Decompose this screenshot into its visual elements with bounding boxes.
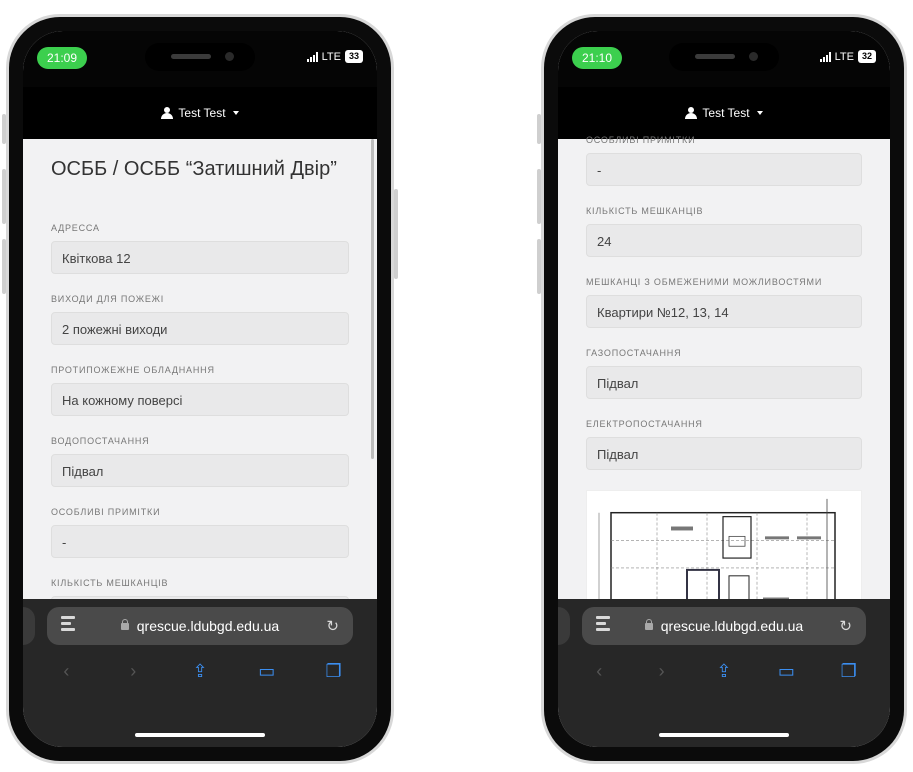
field-limited-mobility: МЕШКАНЦІ З ОБМЕЖЕНИМИ МОЖЛИВОСТЯМИ Кварт… [586,277,862,328]
status-time: 21:10 [572,47,623,69]
status-indicators: LTE 32 [819,50,876,63]
share-icon[interactable]: ⇪ [188,659,212,683]
side-button [2,239,6,294]
tabs-icon[interactable]: ❐ [837,659,861,683]
bookmarks-icon[interactable]: ▭ [774,659,798,683]
field-value: 24 [586,224,862,257]
phone-screen: 21:09 LTE 33 Test Test ОСББ / ОСББ “Зати… [23,31,377,747]
user-icon [685,107,698,119]
url-text: qrescue.ldubgd.edu.ua [660,618,804,634]
field-residents-count: КІЛЬКІСТЬ МЕШКАНЦІВ 24 [586,206,862,257]
home-indicator[interactable] [135,733,265,737]
lock-icon [120,618,129,630]
side-button [537,114,541,144]
field-label: ЕЛЕКТРОПОСТАЧАННЯ [586,419,703,429]
field-water-supply: ВОДОПОСТАЧАННЯ Підвал [51,436,349,487]
field-value: Квартири №12, 13, 14 [586,295,862,328]
dynamic-island [145,43,255,71]
caret-down-icon [756,111,763,115]
address-bar[interactable]: qrescue.ldubgd.edu.ua ↻ [582,607,866,645]
side-button [537,169,541,224]
previous-tab[interactable] [23,607,35,645]
field-label: АДРЕССА [51,223,100,233]
dynamic-island [669,43,779,71]
caret-down-icon [232,111,239,115]
field-label: ВОДОПОСТАЧАННЯ [51,436,150,446]
field-value: 2 пожежні виходи [51,312,349,345]
field-value: Підвал [586,366,862,399]
side-button [2,169,6,224]
field-value: Квітковa 12 [51,241,349,274]
battery-icon: 33 [344,50,363,63]
home-indicator[interactable] [659,733,789,737]
status-time: 21:09 [37,47,88,69]
status-indicators: LTE 33 [306,50,363,63]
field-label: КІЛЬКІСТЬ МЕШКАНЦІВ [51,578,169,588]
field-special-notes: ОСОБЛИВІ ПРИМІТКИ - [586,135,862,186]
forward-icon[interactable]: › [650,659,674,683]
reader-icon[interactable] [596,616,610,634]
field-label: ОСОБЛИВІ ПРИМІТКИ [586,135,696,145]
reader-icon[interactable] [61,616,75,634]
field-label: ОСОБЛИВІ ПРИМІТКИ [51,507,161,517]
field-gas-supply: ГАЗОПОСТАЧАННЯ Підвал [586,348,862,399]
field-value: На кожному поверсі [51,383,349,416]
user-menu[interactable]: Test Test [23,87,377,139]
user-name: Test Test [178,106,226,120]
battery-icon: 32 [857,50,876,63]
share-icon[interactable]: ⇪ [712,659,736,683]
field-value: Підвал [586,437,862,470]
nav-toolbar: ‹ › ⇪ ▭ ❐ [23,655,377,687]
url-text: qrescue.ldubgd.edu.ua [136,618,280,634]
status-bar: 21:10 LTE 32 [558,31,890,87]
user-icon [161,107,174,119]
reload-icon[interactable]: ↻ [326,617,339,635]
phone-screen: 21:10 LTE 32 Test Test ОСОБЛИВІ ПРИМІТКИ… [558,31,890,747]
tabs-icon[interactable]: ❐ [322,659,346,683]
page-title: ОСББ / ОСББ “Затишний Двір” [51,158,337,180]
field-fire-exits: ВИХОДИ ДЛЯ ПОЖЕЖІ 2 пожежні виходи [51,294,349,345]
field-fire-equipment: ПРОТИПОЖЕЖНЕ ОБЛАДНАННЯ На кожному повер… [51,365,349,416]
back-icon[interactable]: ‹ [587,659,611,683]
status-bar: 21:09 LTE 33 [23,31,377,87]
field-label: МЕШКАНЦІ З ОБМЕЖЕНИМИ МОЖЛИВОСТЯМИ [586,277,823,287]
phone-left: 21:09 LTE 33 Test Test ОСББ / ОСББ “Зати… [2,14,398,764]
field-label: ВИХОДИ ДЛЯ ПОЖЕЖІ [51,294,165,304]
field-special-notes: ОСОБЛИВІ ПРИМІТКИ - [51,507,349,558]
nav-toolbar: ‹ › ⇪ ▭ ❐ [558,655,890,687]
user-name: Test Test [702,106,750,120]
field-label: КІЛЬКІСТЬ МЕШКАНЦІВ [586,206,704,216]
user-menu[interactable]: Test Test [558,87,890,139]
field-electricity-supply: ЕЛЕКТРОПОСТАЧАННЯ Підвал [586,419,862,470]
phone-right: 21:10 LTE 32 Test Test ОСОБЛИВІ ПРИМІТКИ… [537,14,907,764]
browser-toolbar: qrescue.ldubgd.edu.ua ↻ ‹ › ⇪ ▭ ❐ [23,599,377,747]
side-button [2,114,6,144]
signal-icon [306,51,318,62]
side-button [537,239,541,294]
network-type: LTE [321,50,341,63]
side-button [394,189,398,279]
bookmarks-icon[interactable]: ▭ [255,659,279,683]
field-value: Підвал [51,454,349,487]
field-address: АДРЕССА Квітковa 12 [51,223,349,274]
field-value: - [51,525,349,558]
field-label: ПРОТИПОЖЕЖНЕ ОБЛАДНАННЯ [51,365,215,375]
reload-icon[interactable]: ↻ [839,617,852,635]
previous-tab[interactable] [558,607,570,645]
lock-icon [644,618,653,630]
field-label: ГАЗОПОСТАЧАННЯ [586,348,682,358]
browser-toolbar: qrescue.ldubgd.edu.ua ↻ ‹ › ⇪ ▭ ❐ [558,599,890,747]
network-type: LTE [834,50,854,63]
back-icon[interactable]: ‹ [54,659,78,683]
signal-icon [819,51,831,62]
forward-icon[interactable]: › [121,659,145,683]
address-bar[interactable]: qrescue.ldubgd.edu.ua ↻ [47,607,353,645]
field-value: - [586,153,862,186]
